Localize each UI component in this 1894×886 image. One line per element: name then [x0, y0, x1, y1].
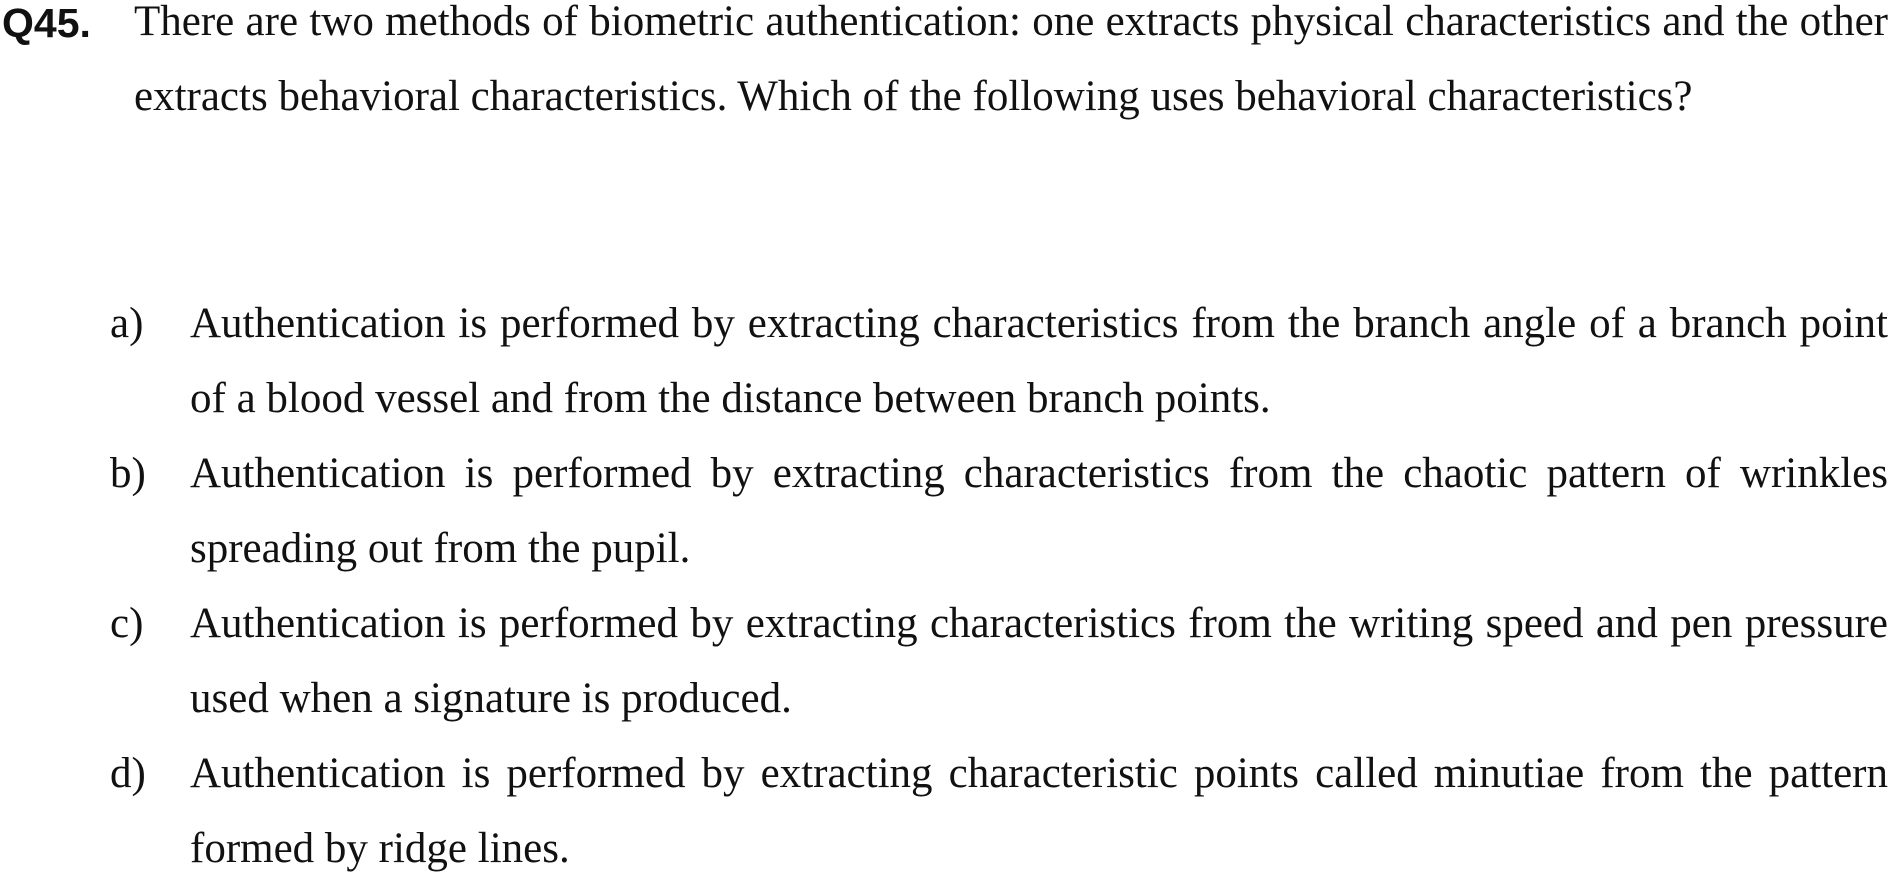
answer-options: a) Authentication is performed by extrac…	[0, 286, 1894, 886]
option-a: a) Authentication is performed by extrac…	[0, 286, 1894, 436]
question-number: Q45.	[2, 0, 91, 46]
exam-page: Q45. There are two methods of biometric …	[0, 0, 1894, 873]
option-label: a)	[110, 300, 144, 347]
option-text: Authentication is performed by extractin…	[190, 600, 1888, 722]
option-label: c)	[110, 600, 144, 647]
question-text: There are two methods of biometric authe…	[134, 0, 1888, 120]
option-text: Authentication is performed by extractin…	[190, 300, 1888, 422]
option-b: b) Authentication is performed by extrac…	[0, 436, 1894, 586]
option-text: Authentication is performed by extractin…	[190, 450, 1888, 572]
option-label: d)	[110, 750, 146, 797]
option-text: Authentication is performed by extractin…	[190, 750, 1888, 872]
option-c: c) Authentication is performed by extrac…	[0, 586, 1894, 736]
option-label: b)	[110, 450, 146, 497]
option-d: d) Authentication is performed by extrac…	[0, 736, 1894, 886]
